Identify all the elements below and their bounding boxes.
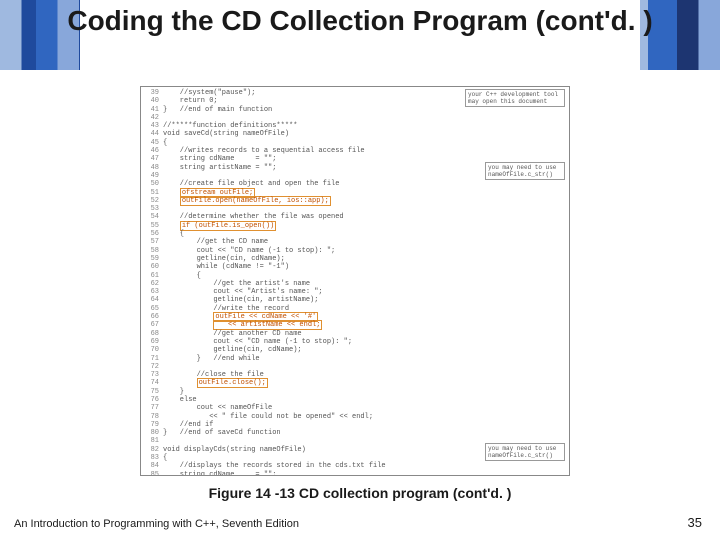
code-line: 79 //end if: [141, 421, 569, 429]
code-line: 44void saveCd(string nameOfFile): [141, 130, 569, 138]
code-line: 57 //get the CD name: [141, 238, 569, 246]
code-line: 59 getline(cin, cdName);: [141, 255, 569, 263]
code-line: 63 cout << "Artist's name: ";: [141, 288, 569, 296]
code-line: 62 //get the artist's name: [141, 280, 569, 288]
code-line: 43//*****function definitions*****: [141, 122, 569, 130]
code-line: 56 {: [141, 230, 569, 238]
code-line: 84 //displays the records stored in the …: [141, 462, 569, 470]
code-line: 67 << artistName << endl;: [141, 321, 569, 329]
code-line: 75 }: [141, 388, 569, 396]
code-figure: your C++ development tool may open this …: [140, 86, 570, 476]
code-line: 58 cout << "CD name (-1 to stop): ";: [141, 247, 569, 255]
code-body: 39 //system("pause");40 return 0;41} //e…: [141, 89, 569, 476]
code-line: 42: [141, 114, 569, 122]
code-line: 52 outFile.open(nameOfFile, ios::app);: [141, 197, 569, 205]
footer-book-title: An Introduction to Programming with C++,…: [14, 518, 299, 530]
code-line: 53: [141, 205, 569, 213]
code-line: 80} //end of saveCd function: [141, 429, 569, 437]
code-line: 78 << " file could not be opened" << end…: [141, 413, 569, 421]
code-line: 45{: [141, 139, 569, 147]
slide-title: Coding the CD Collection Program (cont'd…: [0, 4, 720, 38]
tooltip-dev-tool: your C++ development tool may open this …: [465, 89, 565, 107]
code-line: 72: [141, 363, 569, 371]
code-line: 60 while (cdName != "-1"): [141, 263, 569, 271]
tooltip-cstr-2: you may need to use nameOfFile.c_str(): [485, 443, 565, 461]
code-line: 55 if (outFile.is_open()): [141, 222, 569, 230]
code-line: 85 string cdName = "";: [141, 471, 569, 476]
code-line: 74 outFile.close();: [141, 379, 569, 387]
code-line: 71 } //end while: [141, 355, 569, 363]
code-line: 70 getline(cin, cdName);: [141, 346, 569, 354]
code-line: 68 //get another CD name: [141, 330, 569, 338]
footer-page-number: 35: [688, 515, 702, 530]
code-line: 61 {: [141, 272, 569, 280]
code-line: 64 getline(cin, artistName);: [141, 296, 569, 304]
code-line: 77 cout << nameOfFile: [141, 404, 569, 412]
code-line: 65 //write the record: [141, 305, 569, 313]
tooltip-cstr-1: you may need to use nameOfFile.c_str(): [485, 162, 565, 180]
code-line: 46 //writes records to a sequential acce…: [141, 147, 569, 155]
code-line: 69 cout << "CD name (-1 to stop): ";: [141, 338, 569, 346]
figure-caption: Figure 14 -13 CD collection program (con…: [0, 485, 720, 501]
code-line: 76 else: [141, 396, 569, 404]
